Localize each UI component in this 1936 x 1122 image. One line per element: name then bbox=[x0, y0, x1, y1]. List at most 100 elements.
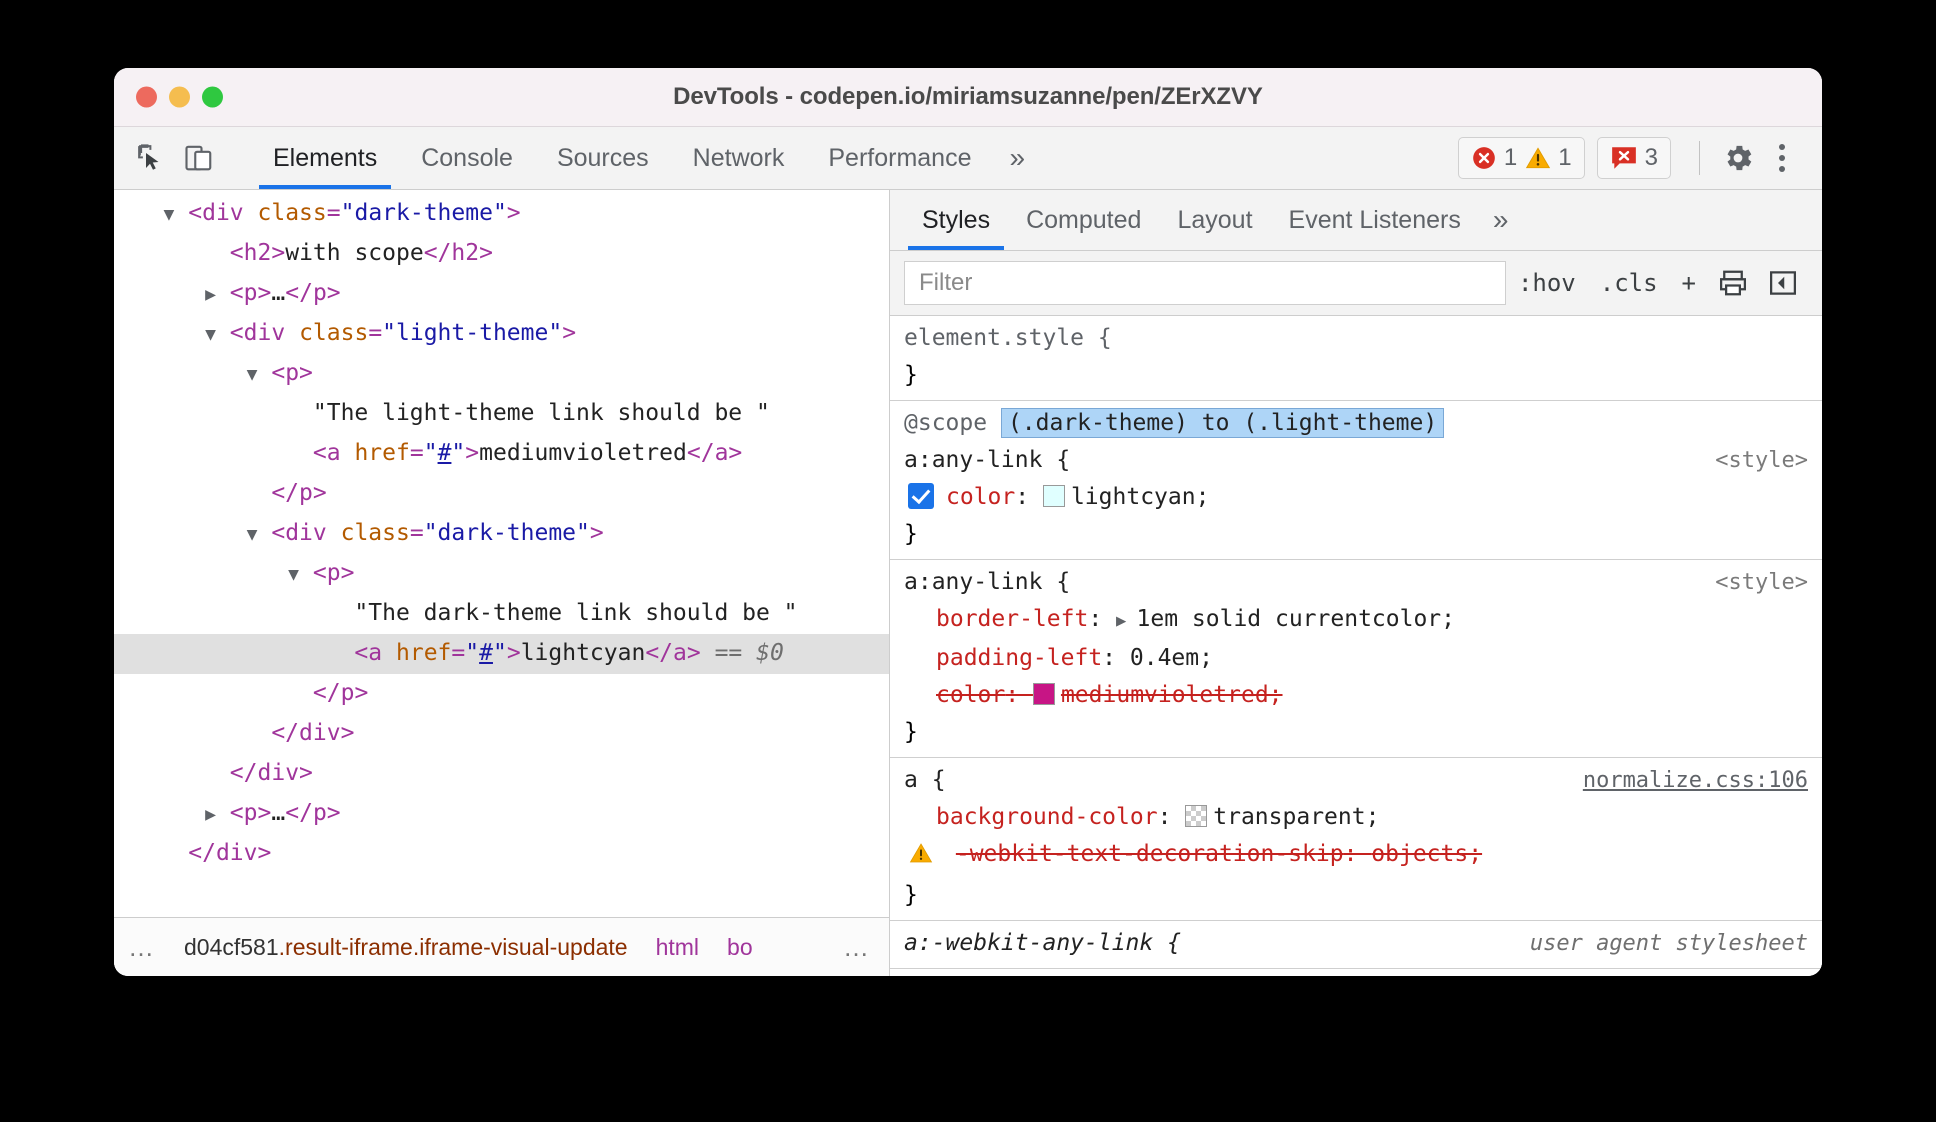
expand-shorthand-icon[interactable]: ▶ bbox=[1116, 611, 1136, 631]
breadcrumb-overflow-left[interactable]: … bbox=[114, 932, 170, 963]
css-declaration[interactable]: color: mediumvioletred; bbox=[890, 677, 1822, 714]
tab-network[interactable]: Network bbox=[671, 127, 807, 189]
declaration-value[interactable]: lightcyan; bbox=[1071, 484, 1209, 510]
declaration-value[interactable]: 1em solid currentcolor; bbox=[1137, 606, 1456, 632]
tab-elements[interactable]: Elements bbox=[251, 127, 399, 189]
declaration-checkbox[interactable] bbox=[908, 483, 934, 509]
declaration-property[interactable]: color bbox=[946, 484, 1015, 510]
at-scope-prelude[interactable]: (.dark-theme) to (.light-theme) bbox=[1000, 408, 1445, 438]
expand-triangle-icon[interactable]: ▶ bbox=[205, 284, 216, 305]
dom-node[interactable]: <a href="#">mediumvioletred</a> bbox=[114, 434, 889, 474]
dom-node[interactable]: <h2>with scope</h2> bbox=[114, 234, 889, 274]
declaration-value[interactable]: mediumvioletred; bbox=[1061, 682, 1283, 708]
dom-node[interactable]: </div> bbox=[114, 714, 889, 754]
dom-node[interactable]: ▼ <p> bbox=[114, 354, 889, 394]
collapse-triangle-icon[interactable]: ▼ bbox=[164, 204, 175, 225]
dom-node[interactable]: ▼ <div class="dark-theme"> bbox=[114, 194, 889, 234]
dom-node[interactable]: "The dark-theme link should be " bbox=[114, 594, 889, 634]
dom-node-selected[interactable]: <a href="#">lightcyan</a> == $0 bbox=[114, 634, 889, 674]
declaration-value[interactable]: 0.4em; bbox=[1130, 645, 1213, 671]
collapse-triangle-icon[interactable]: ▼ bbox=[205, 324, 216, 345]
css-declaration[interactable]: padding-left: 0.4em; bbox=[890, 640, 1822, 677]
declaration-value[interactable]: objects; bbox=[1371, 841, 1482, 867]
hover-state-button[interactable]: :hov bbox=[1506, 269, 1588, 297]
dom-node[interactable]: </p> bbox=[114, 674, 889, 714]
declaration-property[interactable]: -webkit-text-decoration-skip bbox=[956, 841, 1344, 867]
error-count[interactable]: 1 bbox=[1471, 144, 1517, 172]
tab-computed[interactable]: Computed bbox=[1008, 190, 1159, 250]
close-window-button[interactable] bbox=[136, 86, 157, 108]
dom-token-punct: > bbox=[271, 240, 286, 266]
css-rules-list[interactable]: element.style {} @scope (.dark-theme) to … bbox=[890, 316, 1822, 976]
inspect-element-icon[interactable] bbox=[130, 137, 172, 179]
dom-node[interactable]: "The light-theme link should be " bbox=[114, 394, 889, 434]
breadcrumb-overflow-right[interactable]: … bbox=[817, 918, 889, 976]
warning-count[interactable]: 1 bbox=[1525, 144, 1572, 172]
css-selector[interactable]: a:-webkit-any-link { bbox=[904, 930, 1181, 956]
tab-layout[interactable]: Layout bbox=[1159, 190, 1270, 250]
dom-token-link[interactable]: # bbox=[438, 440, 452, 466]
issues-count[interactable]: 3 bbox=[1596, 137, 1671, 179]
tab-event-listeners[interactable]: Event Listeners bbox=[1271, 190, 1479, 250]
device-toolbar-icon[interactable] bbox=[178, 137, 220, 179]
print-style-icon[interactable] bbox=[1708, 268, 1758, 298]
collapse-triangle-icon[interactable]: ▼ bbox=[288, 564, 299, 585]
css-declaration[interactable]: background-color: transparent; bbox=[890, 799, 1822, 836]
collapse-triangle-icon[interactable]: ▼ bbox=[247, 524, 258, 545]
css-declaration[interactable]: color: lightcyan; bbox=[890, 479, 1822, 516]
dom-token-punct: < bbox=[312, 440, 327, 466]
filter-input[interactable]: Filter bbox=[904, 261, 1506, 305]
tab-console[interactable]: Console bbox=[399, 127, 535, 189]
dom-token-punct: < bbox=[229, 280, 244, 306]
breadcrumb[interactable]: … d04cf581.result-iframe.iframe-visual-up… bbox=[114, 917, 889, 976]
issues-badge[interactable]: 3 bbox=[1610, 144, 1658, 172]
dom-node[interactable]: ▼ <div class="dark-theme"> bbox=[114, 514, 889, 554]
color-swatch[interactable] bbox=[1042, 485, 1065, 507]
maximize-window-button[interactable] bbox=[202, 86, 223, 108]
kebab-menu-icon[interactable] bbox=[1760, 136, 1804, 180]
breadcrumb-item[interactable]: d04cf581.result-iframe.iframe-visual-upd… bbox=[170, 934, 642, 961]
tab-performance[interactable]: Performance bbox=[806, 127, 993, 189]
tab-styles[interactable]: Styles bbox=[904, 190, 1008, 250]
expand-triangle-icon[interactable]: ▶ bbox=[205, 804, 216, 825]
declaration-property[interactable]: padding-left bbox=[936, 645, 1102, 671]
css-selector[interactable]: a { bbox=[904, 767, 946, 793]
dom-node[interactable]: ▼ <p> bbox=[114, 554, 889, 594]
declaration-property[interactable]: background-color bbox=[936, 804, 1158, 830]
dom-node[interactable]: ▶ <p>…</p> bbox=[114, 794, 889, 834]
dom-node[interactable]: </p> bbox=[114, 474, 889, 514]
collapse-triangle-icon[interactable]: ▼ bbox=[247, 364, 258, 385]
class-toggle-button[interactable]: .cls bbox=[1588, 269, 1670, 297]
css-declaration[interactable]: -webkit-text-decoration-skip: objects; bbox=[890, 836, 1822, 877]
dom-node[interactable]: </div> bbox=[114, 834, 889, 874]
breadcrumb-item[interactable]: bo bbox=[713, 934, 767, 961]
more-styles-tabs-button[interactable]: » bbox=[1479, 190, 1523, 250]
breadcrumb-item[interactable]: html bbox=[642, 934, 713, 961]
css-selector[interactable]: element.style { bbox=[904, 325, 1112, 351]
color-swatch[interactable] bbox=[1185, 805, 1208, 827]
css-selector[interactable]: a:any-link { bbox=[904, 447, 1070, 473]
css-declaration[interactable]: border-left: ▶ 1em solid currentcolor; bbox=[890, 601, 1822, 640]
more-panels-button[interactable]: » bbox=[993, 127, 1041, 189]
dom-token-link[interactable]: # bbox=[479, 640, 493, 666]
new-style-rule-button[interactable]: + bbox=[1670, 269, 1708, 297]
tab-sources[interactable]: Sources bbox=[535, 127, 671, 189]
declaration-property[interactable]: color bbox=[936, 682, 1005, 708]
dom-tree[interactable]: ▼ <div class="dark-theme"> <h2>with scop… bbox=[114, 190, 889, 917]
declaration-property[interactable]: border-left bbox=[936, 606, 1088, 632]
dom-node[interactable]: </div> bbox=[114, 754, 889, 794]
stylesheet-link[interactable]: normalize.css:106 bbox=[1583, 762, 1808, 799]
gear-icon[interactable] bbox=[1716, 136, 1760, 180]
color-swatch[interactable] bbox=[1032, 683, 1055, 705]
error-warning-counts[interactable]: 1 1 bbox=[1457, 137, 1585, 179]
declaration-value[interactable]: transparent; bbox=[1213, 804, 1379, 830]
dom-node[interactable]: ▶ <p>…</p> bbox=[114, 274, 889, 314]
minimize-window-button[interactable] bbox=[169, 86, 190, 108]
dom-node[interactable]: ▼ <div class="light-theme"> bbox=[114, 314, 889, 354]
css-selector[interactable]: a:any-link { bbox=[904, 569, 1070, 595]
toggle-sidebar-icon[interactable] bbox=[1758, 268, 1808, 298]
